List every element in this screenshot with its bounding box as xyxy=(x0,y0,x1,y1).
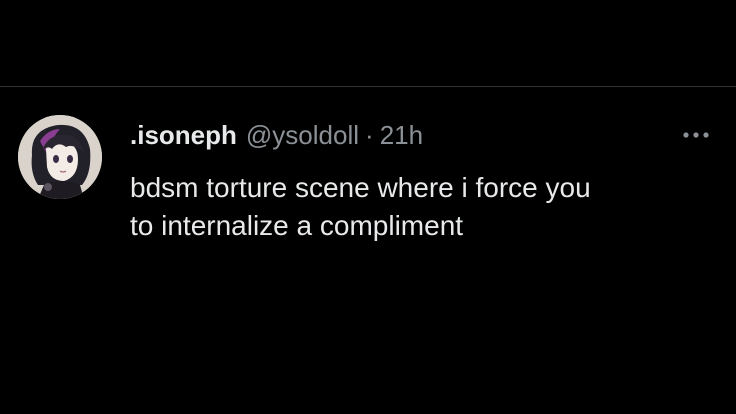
avatar-illustration xyxy=(18,115,102,199)
more-options-button[interactable] xyxy=(676,125,716,145)
user-handle[interactable]: @ysoldoll xyxy=(246,120,359,151)
separator-dot: · xyxy=(365,120,374,150)
tweet-text-line: to internalize a compliment xyxy=(130,210,464,241)
tweet-text-line: bdsm torture scene where i force you xyxy=(130,172,591,203)
timestamp[interactable]: 21h xyxy=(380,120,423,151)
avatar[interactable] xyxy=(18,115,102,199)
tweet-header: .isoneph @ysoldoll · 21h xyxy=(130,120,423,156)
display-name[interactable]: .isoneph xyxy=(130,120,237,151)
more-horizontal-icon xyxy=(683,132,709,138)
tweet-text: bdsm torture scene where i force you to … xyxy=(130,169,720,245)
tweet[interactable]: .isoneph @ysoldoll · 21h bdsm torture sc… xyxy=(0,87,736,414)
